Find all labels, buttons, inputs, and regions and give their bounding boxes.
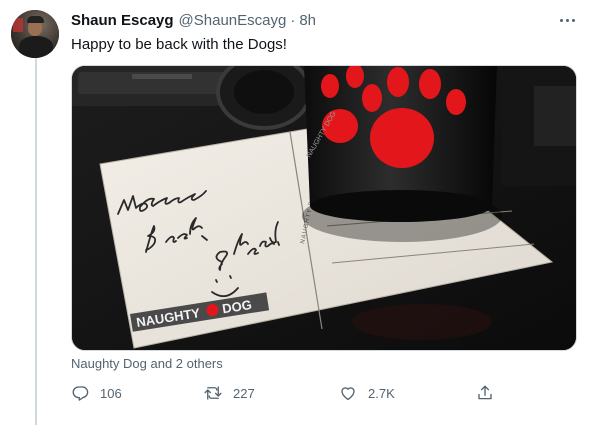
tweet-actions: 106 227 2.7K: [71, 380, 501, 406]
paw-toe: [362, 84, 382, 112]
more-dots-icon[interactable]: [555, 10, 579, 30]
speaker-center: [234, 70, 294, 114]
mug-base: [310, 190, 492, 222]
share-button[interactable]: [476, 380, 494, 406]
retweet-icon: [204, 386, 222, 400]
thread-line: [35, 58, 37, 425]
avatar-background-screen: [13, 18, 23, 32]
avatar-body: [19, 36, 53, 58]
more-dot: [571, 18, 575, 22]
desk-reflection: [352, 304, 492, 340]
paw-pad: [370, 108, 434, 168]
tweet-timestamp[interactable]: 8h: [299, 12, 316, 29]
reply-button[interactable]: 106: [71, 380, 122, 406]
more-dot: [559, 18, 563, 22]
photo-illustration: NAUGHTY DOG POSTCARD NAUGHTY DOG: [72, 66, 576, 350]
paw-toe: [387, 67, 409, 97]
social-context[interactable]: Naughty Dog and 2 others: [71, 356, 223, 371]
reply-count: 106: [100, 385, 122, 401]
like-button[interactable]: 2.7K: [339, 380, 395, 406]
background-object-highlight: [534, 86, 576, 146]
keyboard-slot: [132, 74, 192, 79]
paw-toe: [321, 74, 339, 98]
tweet-text: Happy to be back with the Dogs!: [71, 36, 287, 53]
tweet-photo[interactable]: NAUGHTY DOG POSTCARD NAUGHTY DOG: [71, 65, 577, 351]
like-count: 2.7K: [368, 385, 395, 401]
heart-icon: [341, 387, 355, 401]
avatar[interactable]: [11, 10, 59, 58]
mug: NAUGHTY DOG: [302, 66, 502, 242]
more-dot: [565, 18, 569, 22]
reply-icon: [72, 386, 89, 401]
retweet-button[interactable]: 227: [204, 380, 255, 406]
tweet-header: Shaun Escayg @ShaunEscayg · 8h: [71, 10, 316, 30]
paw-toe: [446, 89, 466, 115]
retweet-count: 227: [233, 385, 255, 401]
avatar-hair: [27, 16, 44, 23]
author-handle[interactable]: @ShaunEscayg: [179, 12, 287, 29]
share-icon: [478, 385, 492, 400]
separator-dot: ·: [290, 11, 296, 29]
paw-toe: [419, 69, 441, 99]
author-name[interactable]: Shaun Escayg: [71, 12, 174, 29]
